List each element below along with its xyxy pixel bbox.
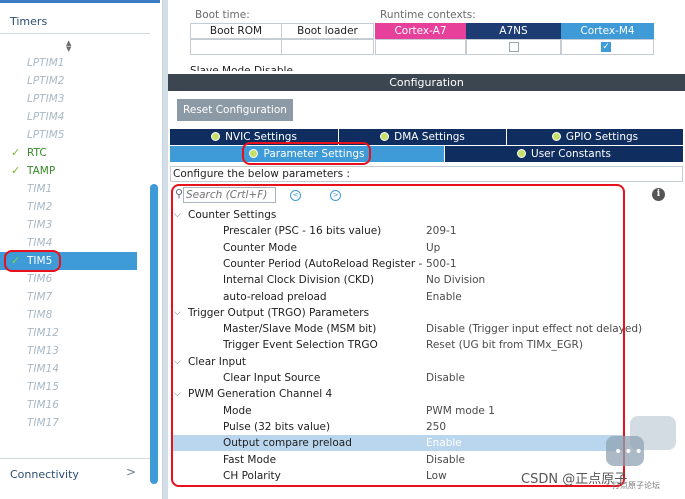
sidebar-item-tim16[interactable]: TIM16 (0, 396, 137, 414)
slave-mode-row: Slave Mode Disable (190, 65, 293, 71)
context-cell (190, 39, 282, 55)
context-cell (375, 39, 466, 55)
check-icon: ✓ (11, 164, 21, 177)
status-dot-icon (380, 132, 390, 141)
sidebar-item-label: TIM14 (27, 363, 59, 375)
sidebar-item-label: TIM12 (27, 327, 59, 339)
check-icon: ✓ (11, 146, 21, 159)
context-a7ns: A7NS (466, 23, 561, 39)
sidebar-item-label: LPTIM4 (27, 111, 65, 123)
sidebar-item-label: TIM1 (27, 183, 53, 195)
sidebar-item-label: TIM8 (27, 309, 53, 321)
status-dot-icon (517, 149, 527, 158)
sidebar-item-label: LPTIM5 (27, 129, 65, 141)
sidebar-item-lptim5[interactable]: LPTIM5 (0, 126, 137, 144)
divider (0, 33, 150, 34)
context-cortex-m4: Cortex-M4 (561, 23, 654, 39)
panel-top-accent (0, 0, 160, 3)
sidebar-item-label: TIM13 (27, 345, 59, 357)
sidebar-item-label: LPTIM3 (27, 93, 65, 105)
sidebar-item-tim7[interactable]: TIM7 (0, 288, 137, 306)
chat-bubble-icon: ••• (614, 444, 645, 460)
tab-gpio-settings[interactable]: GPIO Settings (507, 129, 683, 145)
sidebar-item-label: LPTIM1 (27, 57, 65, 69)
context-boot-rom: Boot ROM (190, 23, 282, 39)
sidebar-item-lptim2[interactable]: LPTIM2 (0, 72, 137, 90)
runtime-contexts-label: Runtime contexts: (380, 9, 476, 21)
divider (0, 458, 150, 459)
configure-hint: Configure the below parameters : (170, 166, 683, 182)
sidebar-item-label: TIM4 (27, 237, 53, 249)
sidebar-item-label: TIM3 (27, 219, 53, 231)
sidebar-item-label: TIM6 (27, 273, 53, 285)
status-dot-icon (211, 132, 221, 141)
sidebar-item-label: TIM2 (27, 201, 53, 213)
sidebar-item-tim13[interactable]: TIM13 (0, 342, 137, 360)
sidebar-item-tim6[interactable]: TIM6 (0, 270, 137, 288)
sidebar-item-tim17[interactable]: TIM17 (0, 414, 137, 432)
sidebar-item-tamp[interactable]: ✓ TAMP (0, 162, 137, 180)
sidebar-item-lptim3[interactable]: LPTIM3 (0, 90, 137, 108)
tab-user-constants[interactable]: User Constants (445, 146, 683, 162)
annotation-highlight-tim5 (4, 250, 61, 272)
chevron-right-icon[interactable]: > (126, 465, 136, 479)
sidebar-item-label: TAMP (27, 165, 56, 177)
sidebar-item-tim1[interactable]: TIM1 (0, 180, 137, 198)
annotation-highlight-parameter-tab (242, 142, 371, 165)
context-cell (281, 39, 374, 55)
sidebar-item-label: RTC (27, 147, 47, 159)
status-dot-icon (551, 132, 561, 141)
a7ns-checkbox[interactable] (509, 42, 519, 52)
watermark-subtext: 打点原子论坛 (612, 481, 660, 490)
info-icon[interactable]: i (652, 188, 665, 201)
sidebar-item-tim12[interactable]: TIM12 (0, 324, 137, 342)
sidebar-item-label: TIM16 (27, 399, 59, 411)
sidebar-item-label: TIM7 (27, 291, 53, 303)
sort-icon[interactable]: ▲ ▼ (66, 40, 71, 53)
context-boot-loader: Boot loader (281, 23, 374, 39)
sidebar-item-rtc[interactable]: ✓ RTC (0, 144, 137, 162)
configuration-header: Configuration (168, 74, 685, 91)
sidebar-scrollbar[interactable] (150, 184, 158, 484)
cortex-m4-checkbox[interactable]: ✓ (601, 42, 611, 52)
sidebar-item-lptim4[interactable]: LPTIM4 (0, 108, 137, 126)
boot-time-label: Boot time: (195, 9, 250, 21)
sidebar-item-tim2[interactable]: TIM2 (0, 198, 137, 216)
annotation-highlight-parameters (171, 184, 625, 487)
sidebar-item-label: TIM17 (27, 417, 59, 429)
context-cortex-a7-secure: Cortex-A7 secure (375, 23, 466, 52)
sidebar-item-tim14[interactable]: TIM14 (0, 360, 137, 378)
sidebar-item-lptim1[interactable]: LPTIM1 (0, 54, 137, 72)
sidebar-item-tim15[interactable]: TIM15 (0, 378, 137, 396)
sidebar-item-label: LPTIM2 (27, 75, 65, 87)
sidebar-item-label: TIM15 (27, 381, 59, 393)
sidebar-item-tim8[interactable]: TIM8 (0, 306, 137, 324)
category-connectivity[interactable]: Connectivity (10, 468, 79, 481)
category-title: Timers (10, 15, 48, 28)
sidebar-item-tim3[interactable]: TIM3 (0, 216, 137, 234)
reset-configuration-button[interactable]: Reset Configuration (177, 99, 293, 121)
